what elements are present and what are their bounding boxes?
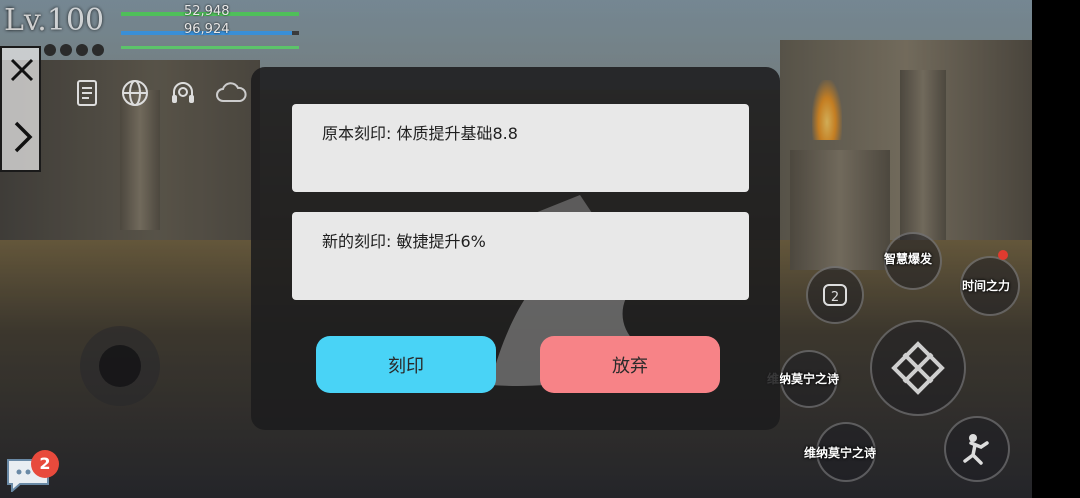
joystick-thumb[interactable]	[99, 345, 141, 387]
skill-time-power-label: 时间之力	[962, 279, 1011, 293]
headset-icon[interactable]	[166, 76, 200, 110]
original-engraving-box: 原本刻印: 体质提升基础8.8	[292, 104, 749, 192]
level-prefix: Lv.	[4, 3, 47, 38]
level-number: 100	[46, 3, 105, 38]
scroll-icon[interactable]	[70, 76, 104, 110]
buff-slot	[76, 44, 88, 56]
skill-venna-poem-2-label: 维纳莫宁之诗	[804, 446, 877, 460]
chevron-right-icon[interactable]	[12, 120, 34, 154]
buff-slot	[44, 44, 56, 56]
chat-unread-badge: 2	[31, 450, 59, 478]
close-icon[interactable]	[8, 56, 36, 84]
screen-edge-bar	[1032, 0, 1080, 498]
watch-icon: 2	[823, 284, 847, 306]
skill-wisdom-burst-label: 智慧爆发	[884, 252, 933, 266]
hp-value: 52,948	[184, 4, 230, 19]
skill-slot-2[interactable]: 2	[806, 266, 864, 324]
side-menu-panel	[0, 46, 41, 172]
main-attack-button[interactable]	[870, 320, 966, 416]
engrave-button[interactable]: 刻印	[316, 336, 496, 393]
mp-value: 96,924	[184, 22, 230, 37]
new-engraving-box: 新的刻印: 敏捷提升6%	[292, 212, 749, 300]
abandon-button[interactable]: 放弃	[540, 336, 720, 393]
skill-slot-number: 2	[831, 290, 839, 305]
buff-slots	[44, 44, 104, 56]
running-figure-icon	[963, 434, 989, 465]
notification-dot	[998, 250, 1008, 260]
new-engraving-text: 新的刻印: 敏捷提升6%	[322, 232, 486, 251]
hud-icon-row	[70, 76, 248, 110]
cloud-icon[interactable]	[214, 76, 248, 110]
exp-bar	[121, 46, 299, 49]
skill-dash[interactable]	[944, 416, 1010, 482]
original-engraving-text: 原本刻印: 体质提升基础8.8	[322, 124, 518, 143]
buff-slot	[60, 44, 72, 56]
exp-bar-fill	[121, 46, 299, 49]
globe-icon[interactable]	[118, 76, 152, 110]
crossed-swords-icon	[891, 341, 945, 395]
player-level: Lv.100	[4, 4, 104, 38]
buff-slot	[92, 44, 104, 56]
